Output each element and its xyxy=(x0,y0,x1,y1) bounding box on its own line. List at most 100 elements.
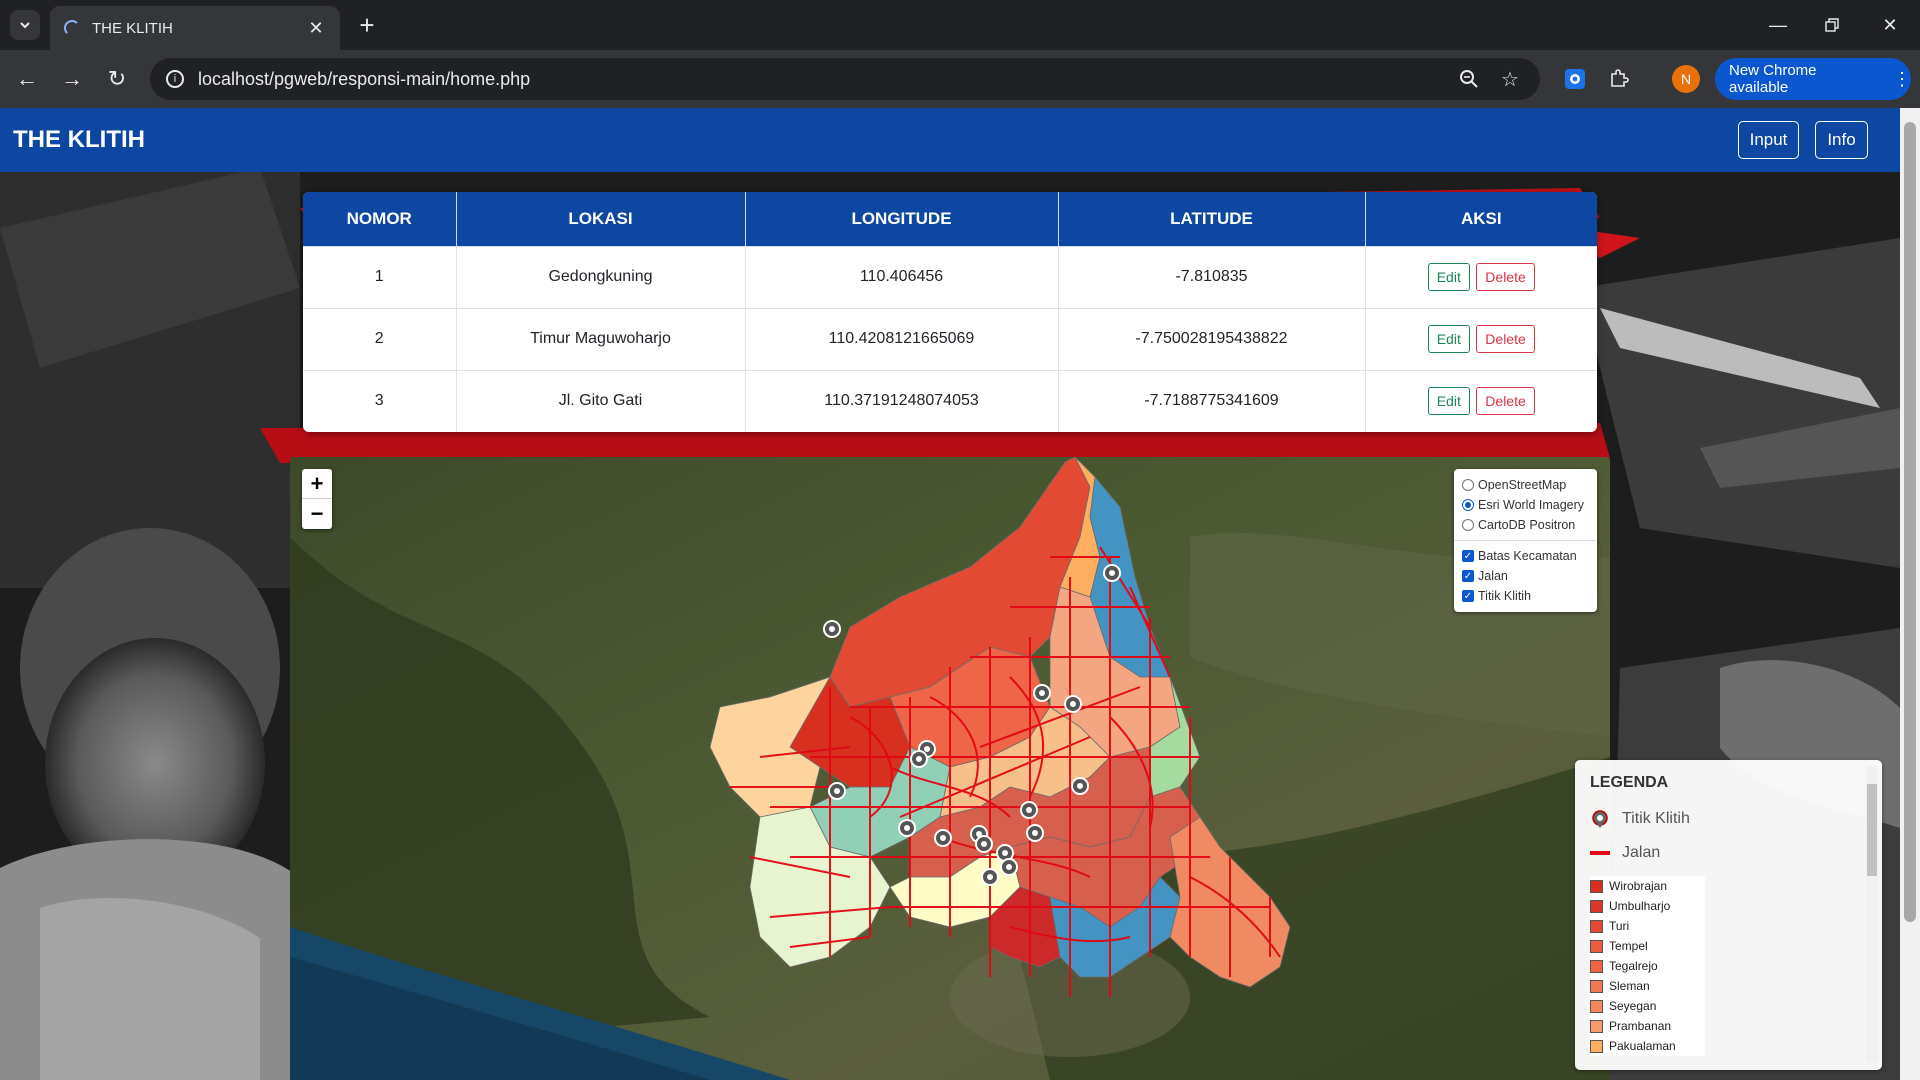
overlay-batas-kecamatan[interactable]: ✓ Batas Kecamatan xyxy=(1462,546,1589,566)
checkbox-icon[interactable]: ✓ xyxy=(1462,570,1474,582)
overlay-jalan[interactable]: ✓ Jalan xyxy=(1462,566,1589,586)
legend-titik-row: Titik Klitih xyxy=(1590,802,1867,836)
overlay-titik-klitih[interactable]: ✓ Titik Klitih xyxy=(1462,586,1589,606)
more-menu-icon[interactable]: ⋮ xyxy=(1893,69,1911,90)
marker-icon[interactable] xyxy=(910,750,928,768)
legend-title: LEGENDA xyxy=(1590,774,1669,791)
table-row: 2 Timur Maguwoharjo 110.4208121665069 -7… xyxy=(303,307,1597,370)
marker-icon[interactable] xyxy=(934,829,952,847)
edit-button[interactable]: Edit xyxy=(1427,387,1470,416)
layer-separator xyxy=(1454,540,1597,541)
profile-avatar[interactable]: N xyxy=(1672,65,1700,93)
kecamatan-name: Seyegan xyxy=(1609,999,1657,1013)
klitih-table-card: NOMOR LOKASI LONGITUDE LATITUDE AKSI 1 G… xyxy=(303,192,1597,432)
bookmark-star-icon[interactable]: ☆ xyxy=(1497,66,1523,92)
marker-icon[interactable] xyxy=(1026,824,1044,842)
zoom-control: + − xyxy=(302,469,332,529)
layer-label: OpenStreetMap xyxy=(1478,478,1567,492)
zoom-out-button[interactable]: − xyxy=(302,499,332,529)
kecamatan-name: Sleman xyxy=(1609,979,1650,993)
cell-longitude: 110.406456 xyxy=(745,245,1059,308)
header-latitude: LATITUDE xyxy=(1058,192,1366,246)
close-tab-icon[interactable]: ✕ xyxy=(306,18,326,39)
marker-icon[interactable] xyxy=(1000,858,1018,876)
list-item: Prambanan xyxy=(1590,1016,1705,1036)
marker-icon[interactable] xyxy=(828,782,846,800)
marker-icon[interactable] xyxy=(1033,684,1051,702)
map-legend: LEGENDA Titik Klitih Jalan Wirobrajan Um… xyxy=(1575,760,1882,1070)
page-scrollbar[interactable] xyxy=(1900,108,1920,1080)
marker-icon[interactable] xyxy=(898,819,916,837)
marker-icon[interactable] xyxy=(1071,777,1089,795)
page-scroll-thumb[interactable] xyxy=(1904,122,1916,922)
site-info-icon[interactable]: i xyxy=(166,70,184,88)
checkbox-icon[interactable]: ✓ xyxy=(1462,550,1474,562)
back-arrow-icon[interactable]: ← xyxy=(12,64,42,94)
leaflet-map[interactable]: + − OpenStreetMap Esri World Imagery Car… xyxy=(290,457,1610,1080)
header-lokasi: LOKASI xyxy=(456,192,746,246)
tab-search-button[interactable] xyxy=(10,10,40,40)
table-row: 1 Gedongkuning 110.406456 -7.810835 Edit… xyxy=(303,245,1597,308)
kecamatan-name: Wirobrajan xyxy=(1609,879,1668,893)
extension-icon[interactable] xyxy=(1562,66,1588,92)
minimize-button[interactable]: — xyxy=(1758,10,1798,40)
edit-button[interactable]: Edit xyxy=(1427,263,1470,291)
puzzle-icon[interactable] xyxy=(1606,66,1632,92)
chrome-update-button[interactable]: New Chrome available ⋮ xyxy=(1715,58,1911,100)
cell-aksi: Edit Delete xyxy=(1365,307,1597,370)
marker-icon[interactable] xyxy=(1103,564,1121,582)
base-layer-esri[interactable]: Esri World Imagery xyxy=(1462,495,1589,515)
cell-aksi: Edit Delete xyxy=(1365,245,1597,308)
tab-title: THE KLITIH xyxy=(92,19,173,37)
input-button[interactable]: Input xyxy=(1738,121,1799,159)
forward-arrow-icon[interactable]: → xyxy=(57,64,87,94)
layer-control: OpenStreetMap Esri World Imagery CartoDB… xyxy=(1454,469,1597,612)
radio-icon[interactable] xyxy=(1462,479,1474,491)
list-item: Tegalrejo xyxy=(1590,956,1705,976)
legend-scrollbar[interactable] xyxy=(1866,766,1878,1062)
address-bar[interactable]: i localhost/pgweb/responsi-main/home.php… xyxy=(150,58,1540,100)
new-tab-button[interactable]: + xyxy=(352,10,382,40)
legend-scroll-thumb[interactable] xyxy=(1867,784,1877,876)
info-button[interactable]: Info xyxy=(1815,121,1868,159)
satellite-map-canvas[interactable] xyxy=(290,457,1610,1080)
radio-checked-icon[interactable] xyxy=(1462,499,1474,511)
restore-button[interactable] xyxy=(1812,10,1852,40)
delete-button[interactable]: Delete xyxy=(1476,387,1535,416)
layer-label: Esri World Imagery xyxy=(1478,498,1585,512)
base-layer-osm[interactable]: OpenStreetMap xyxy=(1462,475,1589,495)
kecamatan-legend-list: Wirobrajan Umbulharjo Turi Tempel Tegalr… xyxy=(1590,876,1705,1056)
kecamatan-name: Umbulharjo xyxy=(1609,899,1671,913)
header-aksi: AKSI xyxy=(1365,192,1597,246)
radio-icon[interactable] xyxy=(1462,519,1474,531)
layer-label: CartoDB Positron xyxy=(1478,518,1576,532)
app-navbar: THE KLITIH Input Info xyxy=(0,108,1900,172)
overlay-label: Titik Klitih xyxy=(1478,589,1532,603)
delete-button[interactable]: Delete xyxy=(1476,325,1535,353)
list-item: Wirobrajan xyxy=(1590,876,1705,896)
road-line-icon xyxy=(1590,851,1610,855)
close-window-button[interactable]: ✕ xyxy=(1870,10,1910,40)
base-layer-carto[interactable]: CartoDB Positron xyxy=(1462,515,1589,535)
marker-icon[interactable] xyxy=(823,620,841,638)
marker-icon[interactable] xyxy=(1064,695,1082,713)
edit-button[interactable]: Edit xyxy=(1427,325,1470,353)
reload-icon[interactable]: ↻ xyxy=(102,64,132,94)
klitih-table: NOMOR LOKASI LONGITUDE LATITUDE AKSI 1 G… xyxy=(303,192,1597,432)
marker-icon[interactable] xyxy=(975,835,993,853)
header-nomor: NOMOR xyxy=(303,192,457,246)
cell-longitude: 110.4208121665069 xyxy=(745,307,1059,370)
cell-nomor: 3 xyxy=(303,369,457,432)
brand-title[interactable]: THE KLITIH xyxy=(13,126,145,154)
marker-icon[interactable] xyxy=(981,868,999,886)
list-item: Seyegan xyxy=(1590,996,1705,1016)
cell-latitude: -7.750028195438822 xyxy=(1058,307,1366,370)
list-item: Turi xyxy=(1590,916,1705,936)
delete-button[interactable]: Delete xyxy=(1476,263,1535,291)
cell-aksi: Edit Delete xyxy=(1365,369,1597,432)
checkbox-icon[interactable]: ✓ xyxy=(1462,590,1474,602)
zoom-in-button[interactable]: + xyxy=(302,469,332,499)
marker-icon[interactable] xyxy=(1020,801,1038,819)
browser-tab[interactable]: THE KLITIH ✕ xyxy=(50,6,340,50)
zoom-magnifier-icon[interactable] xyxy=(1456,66,1482,92)
